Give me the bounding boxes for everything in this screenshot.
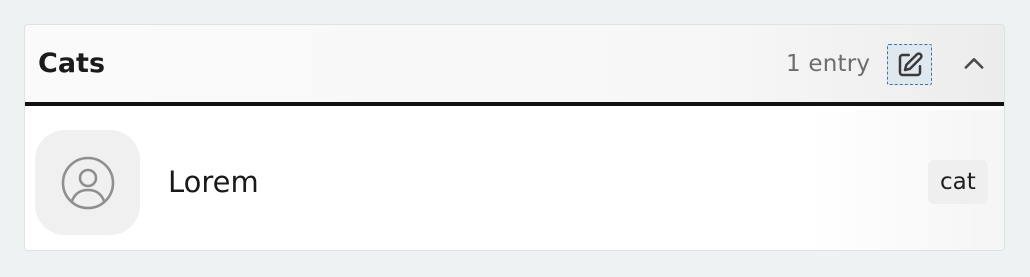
avatar xyxy=(35,130,140,235)
edit-icon xyxy=(898,51,923,76)
section-title: Cats xyxy=(38,48,106,79)
entry-name: Lorem xyxy=(168,165,259,199)
entry-count: 1 entry xyxy=(786,51,871,77)
chevron-up-icon xyxy=(964,58,984,69)
collapse-button[interactable] xyxy=(954,44,994,84)
list-item[interactable]: Lorem cat xyxy=(25,110,1004,250)
entry-type-badge: cat xyxy=(928,160,988,204)
user-circle-icon xyxy=(61,156,114,209)
edit-button[interactable] xyxy=(887,44,932,85)
section-header: Cats 1 entry xyxy=(25,25,1004,106)
cats-section-card: Cats 1 entry Lorem cat xyxy=(24,24,1005,251)
